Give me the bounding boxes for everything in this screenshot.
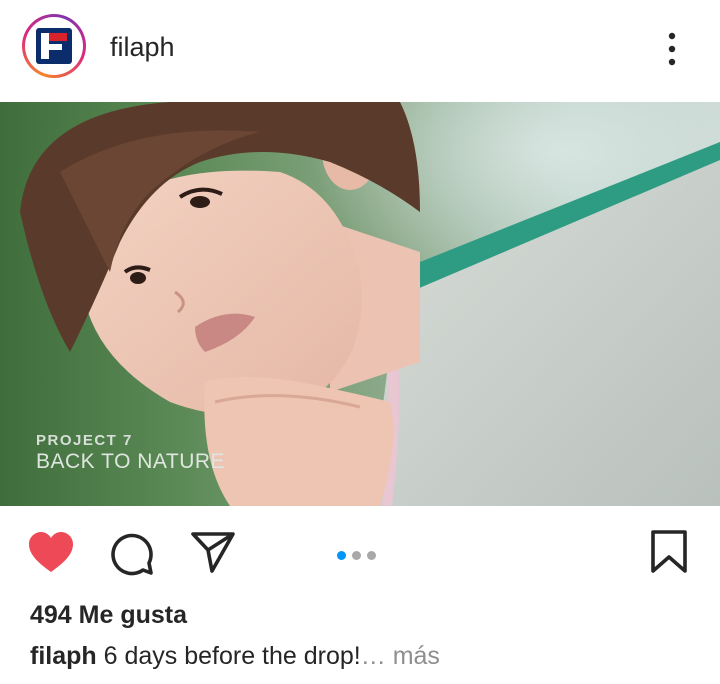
caption-ellipsis: … xyxy=(360,642,386,670)
carousel-indicator xyxy=(337,547,382,560)
post-header: filaph xyxy=(0,0,720,102)
post-image[interactable]: PROJECT 7 BACK TO NATURE xyxy=(0,102,720,506)
carousel-dot xyxy=(367,551,376,560)
more-options-icon[interactable] xyxy=(660,30,684,70)
comment-icon[interactable] xyxy=(109,530,155,576)
fila-logo-icon xyxy=(36,28,72,64)
heart-filled-icon[interactable] xyxy=(27,530,75,574)
overlay-line2: BACK TO NATURE xyxy=(36,450,226,473)
carousel-dot-active xyxy=(337,551,346,560)
post-caption: filaph 6 days before the drop!… más xyxy=(30,642,710,671)
avatar-inner xyxy=(25,17,83,75)
post-actions xyxy=(0,516,720,590)
post-username[interactable]: filaph xyxy=(110,30,175,64)
caption-text: 6 days before the drop! xyxy=(103,642,361,670)
caption-username[interactable]: filaph xyxy=(30,642,97,670)
likes-count[interactable]: 494 Me gusta xyxy=(30,601,187,630)
video-overlay-text: PROJECT 7 BACK TO NATURE xyxy=(36,432,225,474)
carousel-dot xyxy=(352,551,361,560)
overlay-line1: PROJECT 7 xyxy=(36,432,133,449)
instagram-post: filaph PROJECT 7 BACK TO NATURE 494 Me g… xyxy=(0,0,720,684)
bookmark-icon[interactable] xyxy=(650,530,688,574)
send-icon[interactable] xyxy=(190,530,236,574)
more-link[interactable]: más xyxy=(393,642,440,670)
avatar[interactable] xyxy=(22,14,86,78)
